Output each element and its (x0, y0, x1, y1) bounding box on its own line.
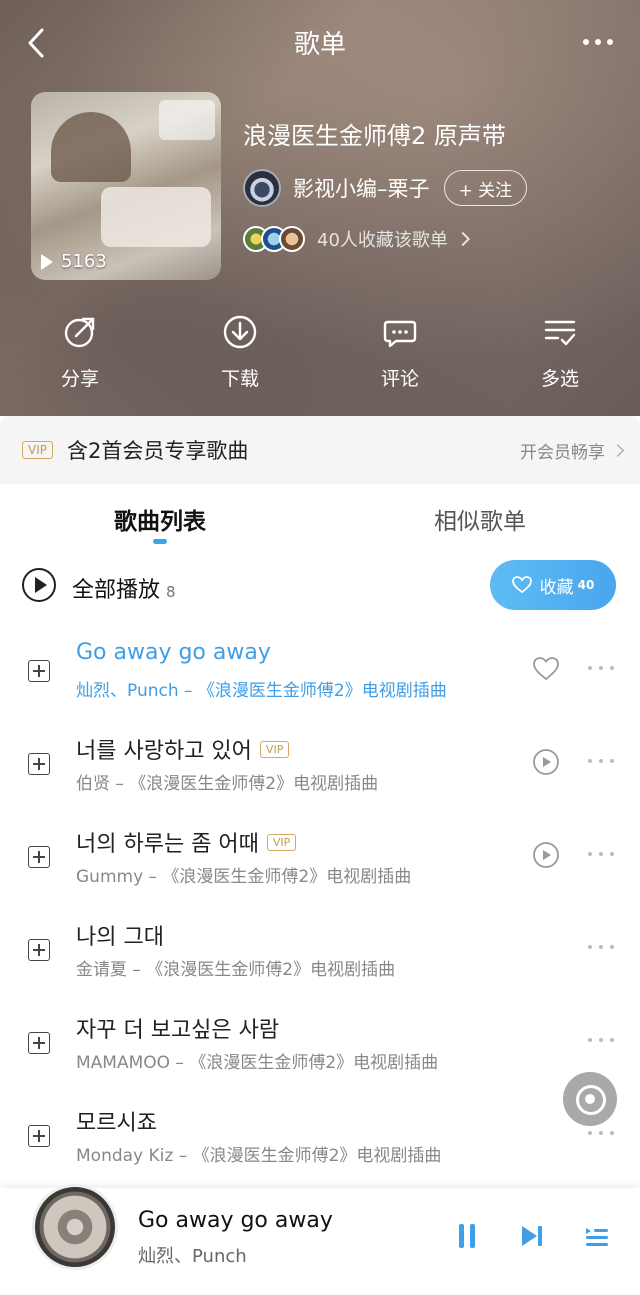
creator-avatar[interactable] (243, 169, 281, 207)
play-icon (41, 253, 53, 270)
follow-label: + 关注 (458, 180, 513, 201)
share-icon (64, 317, 95, 348)
song-subtitle: 金请夏 – 《浪漫医生金师傅2》电视剧插曲 (76, 960, 396, 980)
vip-banner[interactable]: VIP 含2首会员专享歌曲 开会员畅享 (0, 416, 640, 484)
song-more-button[interactable] (588, 1038, 614, 1046)
song-subtitle: 伯贤 – 《浪漫医生金师傅2》电视剧插曲 (76, 774, 379, 794)
next-track-icon[interactable] (520, 1224, 544, 1248)
song-list: Go away go away 灿烈、Punch – 《浪漫医生金师傅2》电视剧… (0, 630, 640, 1188)
creator-name[interactable]: 影视小编–栗子 (293, 173, 430, 203)
play-video-icon[interactable] (532, 748, 560, 776)
share-label: 分享 (60, 368, 99, 390)
chevron-right-icon (611, 444, 624, 457)
now-playing-artist: 灿烈、Punch (138, 1246, 247, 1267)
tab-similar-playlists[interactable]: 相似歌单 (320, 484, 640, 548)
chevron-right-icon (455, 231, 470, 247)
vip-badge: VIP (266, 833, 297, 851)
song-more-button[interactable] (588, 666, 614, 674)
playlist-header: 歌单 5163 浪漫医生金师傅2 原声带 影视小编–栗子 + 关注 40人收藏该… (0, 0, 640, 416)
page-title: 歌单 (293, 30, 346, 60)
comment-icon (383, 320, 417, 348)
top-bar: 歌单 (0, 0, 640, 84)
play-all-label: 全部播放 (72, 578, 161, 603)
song-subtitle: 灿烈、Punch – 《浪漫医生金师傅2》电视剧插曲 (76, 681, 447, 701)
download-icon (223, 315, 257, 349)
song-row[interactable]: 모르시죠 Monday Kiz – 《浪漫医生金师傅2》电视剧插曲 (0, 1095, 640, 1188)
download-label: 下载 (220, 368, 259, 390)
song-title[interactable]: 너의 하루는 좀 어때 VIP (76, 826, 297, 858)
song-row[interactable]: 너의 하루는 좀 어때 VIP Gummy – 《浪漫医生金师傅2》电视剧插曲 (0, 816, 640, 909)
vip-badge: VIP (259, 740, 290, 758)
add-to-playlist-icon[interactable] (28, 1125, 50, 1147)
song-more-button[interactable] (588, 1131, 614, 1139)
heart-icon[interactable] (532, 655, 560, 683)
multi-select-icon (544, 320, 576, 346)
tab-bar: 歌曲列表 相似歌单 (0, 484, 640, 548)
share-button[interactable]: 分享 (0, 314, 160, 391)
collector-avatar (279, 226, 305, 252)
song-subtitle: Gummy – 《浪漫医生金师傅2》电视剧插曲 (76, 867, 412, 887)
play-all-button[interactable]: 全部播放 8 (72, 572, 176, 604)
now-playing-title: Go away go away (138, 1208, 333, 1233)
song-title[interactable]: 나의 그대 (76, 919, 164, 951)
song-more-button[interactable] (588, 759, 614, 767)
song-row[interactable]: Go away go away 灿烈、Punch – 《浪漫医生金师傅2》电视剧… (0, 630, 640, 723)
song-subtitle: Monday Kiz – 《浪漫医生金师傅2》电视剧插曲 (76, 1146, 442, 1166)
more-icon (583, 39, 613, 45)
heart-icon (511, 576, 532, 594)
song-title[interactable]: 모르시죠 (76, 1105, 157, 1137)
collectors-text: 40人收藏该歌单 (317, 230, 448, 251)
song-count: 8 (166, 583, 176, 601)
favorite-playlist-button[interactable]: 收藏 40 (490, 560, 616, 610)
multi-select-label: 多选 (540, 368, 579, 390)
multi-select-button[interactable]: 多选 (480, 314, 640, 391)
add-to-playlist-icon[interactable] (28, 1032, 50, 1054)
song-title[interactable]: 너를 사랑하고 있어 VIP (76, 733, 290, 765)
playlist-cover[interactable]: 5163 (31, 92, 221, 280)
song-subtitle: MAMAMOO – 《浪漫医生金师傅2》电视剧插曲 (76, 1053, 439, 1073)
tab-song-list[interactable]: 歌曲列表 (0, 484, 320, 548)
add-to-playlist-icon[interactable] (28, 660, 50, 682)
open-vip-link[interactable]: 开会员畅享 (520, 438, 624, 463)
comment-label: 评论 (380, 368, 419, 390)
more-button[interactable] (578, 30, 618, 54)
creator-row: 影视小编–栗子 + 关注 (243, 169, 528, 207)
download-button[interactable]: 下载 (160, 314, 320, 391)
locate-current-song-button[interactable] (563, 1072, 617, 1126)
song-more-button[interactable] (588, 852, 614, 860)
vip-badge: VIP (22, 441, 53, 459)
vip-banner-text: 含2首会员专享歌曲 (66, 439, 249, 463)
song-row[interactable]: 너를 사랑하고 있어 VIP 伯贤 – 《浪漫医生金师傅2》电视剧插曲 (0, 723, 640, 816)
mini-player[interactable]: Go away go away 灿烈、Punch (0, 1184, 640, 1295)
follow-button[interactable]: + 关注 (443, 170, 528, 206)
playlist-title: 浪漫医生金师傅2 原声带 (243, 122, 506, 150)
comment-button[interactable]: 评论 (320, 314, 480, 391)
album-disc[interactable] (32, 1184, 118, 1270)
add-to-playlist-icon[interactable] (28, 846, 50, 868)
open-vip-label: 开会员畅享 (520, 443, 605, 463)
play-count-value: 5163 (61, 251, 107, 272)
favorite-label: 收藏 (539, 577, 574, 598)
add-to-playlist-icon[interactable] (28, 753, 50, 775)
song-more-button[interactable] (588, 945, 614, 953)
favorite-count: 40 (577, 578, 595, 592)
play-all-row: 全部播放 8 收藏 40 (0, 560, 640, 612)
play-video-icon[interactable] (532, 841, 560, 869)
play-count: 5163 (41, 251, 107, 272)
song-title[interactable]: Go away go away (76, 640, 271, 665)
collectors-row[interactable]: 40人收藏该歌单 (243, 226, 470, 252)
play-all-icon[interactable] (22, 568, 56, 602)
song-row[interactable]: 자꾸 더 보고싶은 사람 MAMAMOO – 《浪漫医生金师傅2》电视剧插曲 (0, 1002, 640, 1095)
action-bar: 分享 下载 评论 多选 (0, 314, 640, 391)
playlist-queue-icon[interactable] (584, 1224, 610, 1248)
pause-button[interactable] (456, 1224, 478, 1248)
song-row[interactable]: 나의 그대 金请夏 – 《浪漫医生金师傅2》电视剧插曲 (0, 909, 640, 1002)
song-title[interactable]: 자꾸 더 보고싶은 사람 (76, 1012, 279, 1044)
add-to-playlist-icon[interactable] (28, 939, 50, 961)
